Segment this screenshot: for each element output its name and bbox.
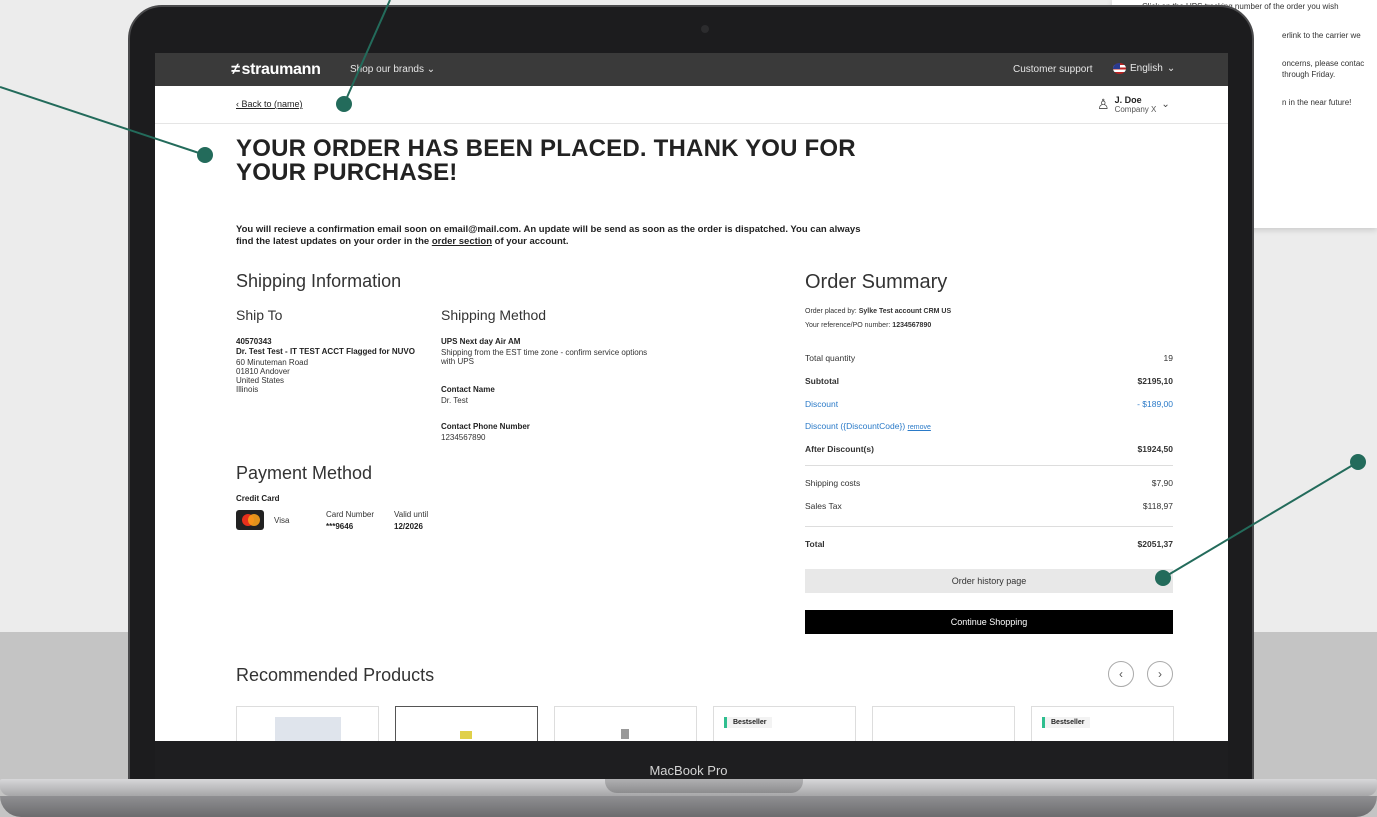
annotation-marker (1350, 454, 1366, 470)
annotation-line (343, 0, 391, 105)
annotation-marker (336, 96, 352, 112)
annotation-marker (1155, 570, 1171, 586)
annotation-lines (0, 0, 1359, 579)
annotation-marker (197, 147, 213, 163)
annotation-line (0, 86, 206, 156)
annotation-line (1162, 461, 1359, 579)
